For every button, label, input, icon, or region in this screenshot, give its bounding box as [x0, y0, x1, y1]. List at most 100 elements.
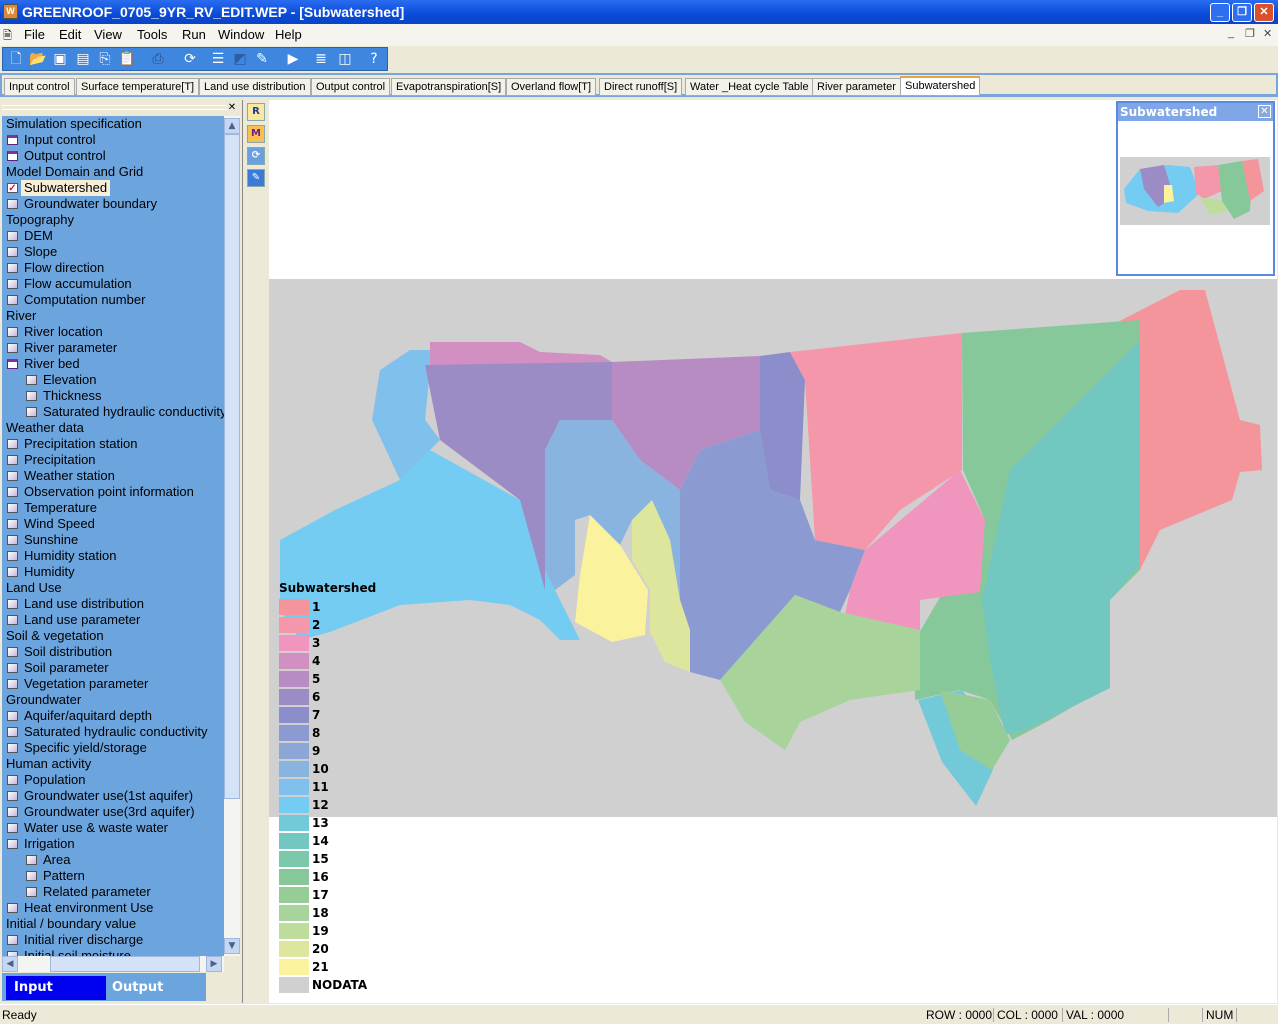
raster-icon[interactable]: R: [247, 103, 265, 121]
output-button[interactable]: Output: [112, 976, 202, 1000]
overview-map[interactable]: [1118, 141, 1273, 241]
minimize-button[interactable]: _: [1210, 3, 1230, 22]
overview-close-button[interactable]: ✕: [1258, 105, 1271, 118]
checkbox-icon[interactable]: [7, 551, 18, 561]
split-icon[interactable]: ◫: [336, 50, 354, 68]
checkbox-icon[interactable]: [7, 743, 18, 753]
restore-button[interactable]: ❐: [1232, 3, 1252, 22]
menu-run[interactable]: Run: [182, 27, 206, 42]
checkbox-icon[interactable]: [7, 503, 18, 513]
menu-window[interactable]: Window: [218, 27, 264, 42]
sidebar-close-button[interactable]: ✕: [226, 102, 238, 114]
menu-file[interactable]: File: [24, 27, 45, 42]
checkbox-icon[interactable]: ✓: [7, 183, 18, 194]
help-icon[interactable]: ?: [365, 50, 383, 68]
mdi-close-button[interactable]: ✕: [1263, 27, 1272, 40]
checkbox-icon[interactable]: [26, 887, 37, 897]
checkbox-icon[interactable]: [7, 519, 18, 529]
refresh-icon[interactable]: ⟳: [181, 50, 199, 68]
checkbox-icon[interactable]: [7, 231, 18, 241]
input-button[interactable]: Input: [6, 976, 106, 1000]
checkbox-icon[interactable]: [7, 823, 18, 833]
hscroll-thumb[interactable]: [50, 956, 200, 972]
menu-tools[interactable]: Tools: [137, 27, 167, 42]
tab-subwatershed[interactable]: Subwatershed: [900, 76, 981, 96]
checkbox-icon[interactable]: [7, 839, 18, 849]
checkbox-icon[interactable]: [7, 727, 18, 737]
save-icon[interactable]: ▣: [51, 50, 69, 68]
checkbox-icon[interactable]: [7, 567, 18, 577]
tab-land-use-distribution[interactable]: Land use distribution: [199, 78, 311, 96]
status-ready: Ready: [2, 1008, 37, 1022]
menu-help[interactable]: Help: [275, 27, 302, 42]
scroll-up-button[interactable]: ▲: [224, 118, 240, 134]
checkbox-icon[interactable]: [7, 935, 18, 945]
checkbox-icon[interactable]: [7, 487, 18, 497]
checkbox-icon[interactable]: [26, 375, 37, 385]
checkbox-icon[interactable]: [26, 871, 37, 881]
checkbox-icon[interactable]: [7, 791, 18, 801]
folder-icon[interactable]: [7, 135, 18, 145]
vertical-scrollbar[interactable]: ▲ ▼: [224, 116, 240, 956]
checkbox-icon[interactable]: [7, 455, 18, 465]
folder-icon[interactable]: [7, 359, 18, 369]
folder-icon[interactable]: [7, 151, 18, 161]
checkbox-icon[interactable]: [7, 903, 18, 913]
checkbox-icon[interactable]: [7, 263, 18, 273]
tab-river-parameter[interactable]: River parameter: [812, 78, 901, 96]
tab-output-control[interactable]: Output control: [311, 78, 391, 96]
scroll-thumb[interactable]: [224, 134, 240, 799]
tab-water-heat-cycle-table[interactable]: Water _Heat cycle Table: [685, 78, 814, 96]
rotate-icon[interactable]: ⟳: [247, 147, 265, 165]
menu-view[interactable]: View: [94, 27, 122, 42]
tab-overland-flow[interactable]: Overland flow[T]: [506, 78, 597, 96]
scroll-down-button[interactable]: ▼: [224, 938, 240, 954]
table-icon[interactable]: ≣: [312, 50, 330, 68]
checkbox-icon[interactable]: [7, 279, 18, 289]
checkbox-icon[interactable]: [7, 599, 18, 609]
document-icon[interactable]: 🗎: [3, 27, 12, 46]
tab-input-control[interactable]: Input control: [4, 78, 75, 96]
app-icon[interactable]: W: [3, 4, 18, 19]
scroll-right-button[interactable]: ▶: [206, 956, 222, 972]
mdi-restore-button[interactable]: ❐: [1245, 27, 1255, 40]
tab-direct-runoff[interactable]: Direct runoff[S]: [599, 78, 683, 96]
checkbox-icon[interactable]: [26, 407, 37, 417]
new-icon[interactable]: 🗋: [7, 50, 25, 68]
pencil-icon[interactable]: ✎: [253, 50, 271, 68]
checkbox-icon[interactable]: [7, 775, 18, 785]
paste-icon[interactable]: 📋: [118, 50, 136, 68]
list-icon[interactable]: ☰: [209, 50, 227, 68]
checkbox-icon[interactable]: [7, 343, 18, 353]
checkbox-icon[interactable]: [7, 295, 18, 305]
run-icon[interactable]: ▶: [284, 50, 302, 68]
checkbox-icon[interactable]: [7, 535, 18, 545]
mdi-minimize-button[interactable]: _: [1228, 27, 1234, 39]
edit-icon[interactable]: ✎: [247, 169, 265, 187]
checkbox-icon[interactable]: [7, 679, 18, 689]
checkbox-icon[interactable]: [7, 663, 18, 673]
open-icon[interactable]: 📂: [29, 50, 47, 68]
checkbox-icon[interactable]: [26, 855, 37, 865]
checkbox-icon[interactable]: [7, 647, 18, 657]
checkbox-icon[interactable]: [7, 199, 18, 209]
tab-surface-temperature[interactable]: Surface temperature[T]: [76, 78, 200, 96]
checkbox-icon[interactable]: [7, 327, 18, 337]
checkbox-icon[interactable]: [7, 807, 18, 817]
tab-evapotranspiration[interactable]: Evapotranspiration[S]: [391, 78, 507, 96]
print-icon[interactable]: ⎙: [149, 50, 167, 68]
matrix-icon[interactable]: M: [247, 125, 265, 143]
checkbox-icon[interactable]: [7, 439, 18, 449]
menu-edit[interactable]: Edit: [59, 27, 81, 42]
chart-icon[interactable]: ◩: [231, 50, 249, 68]
checkbox-icon[interactable]: [7, 471, 18, 481]
checkbox-icon[interactable]: [26, 391, 37, 401]
scroll-left-button[interactable]: ◀: [2, 956, 18, 972]
close-button[interactable]: ✕: [1254, 3, 1274, 22]
save-all-icon[interactable]: ▤: [74, 50, 92, 68]
checkbox-icon[interactable]: [7, 247, 18, 257]
copy-icon[interactable]: ⎘: [96, 50, 114, 68]
horizontal-scrollbar[interactable]: ◀ ▶: [2, 956, 224, 972]
checkbox-icon[interactable]: [7, 615, 18, 625]
checkbox-icon[interactable]: [7, 711, 18, 721]
